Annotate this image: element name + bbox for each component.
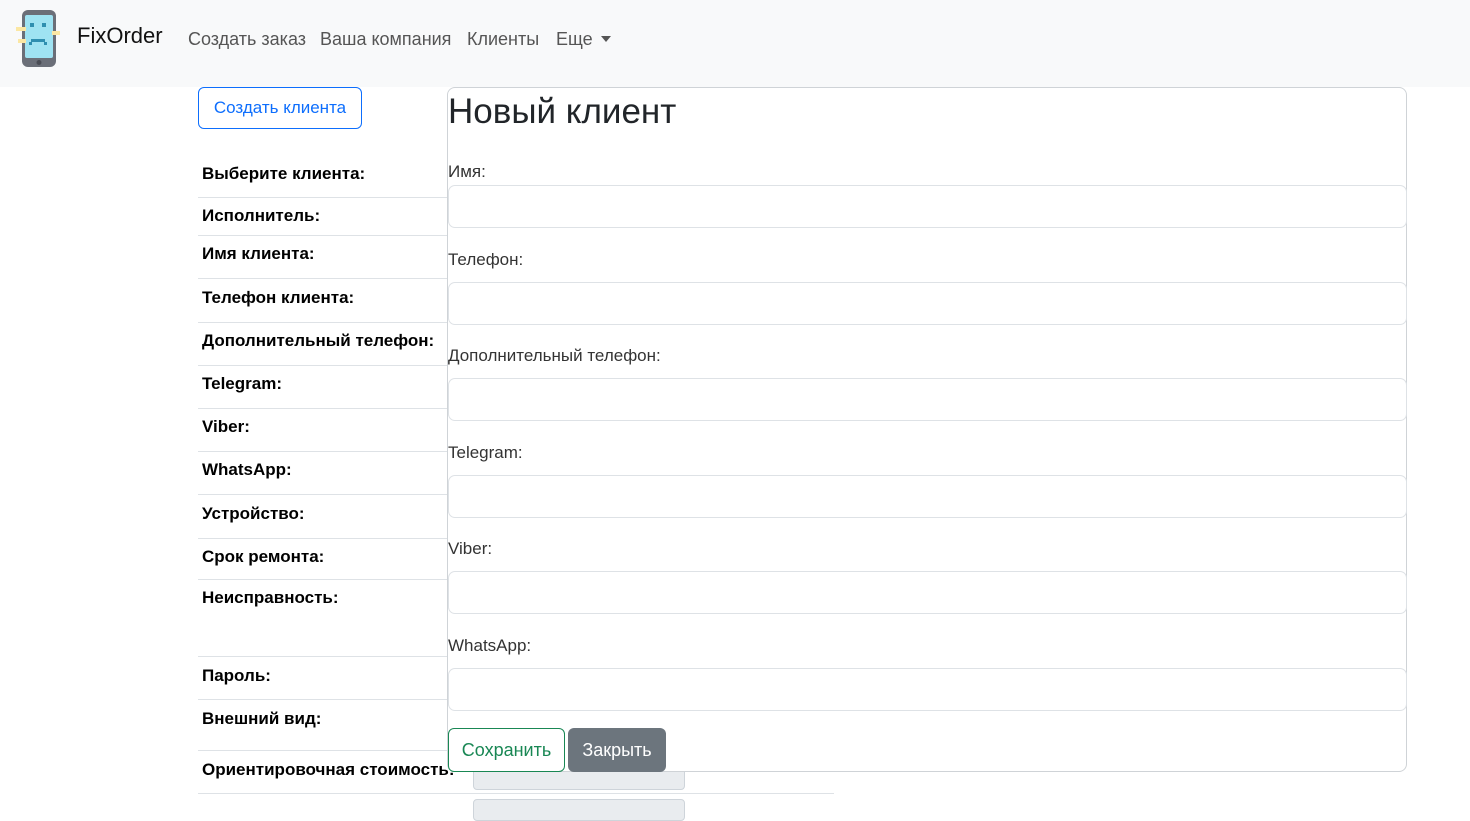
name-input[interactable] (448, 185, 1407, 228)
field-label: Имя клиента: (202, 244, 315, 263)
whatsapp-input[interactable] (448, 668, 1407, 711)
navbar: FixOrder Создать заказ Ваша компания Кли… (0, 0, 1470, 87)
field-label: Устройство: (202, 504, 305, 523)
phone-input[interactable] (448, 282, 1407, 325)
modal-title: Новый клиент (448, 92, 677, 131)
field-label: Telegram: (202, 374, 282, 393)
whatsapp-label: WhatsApp: (448, 636, 532, 655)
form-row (198, 794, 834, 821)
viber-input[interactable] (448, 571, 1407, 614)
extra-phone-label: Дополнительный телефон: (448, 346, 661, 365)
field-label: Дополнительный телефон: (202, 331, 435, 350)
create-client-button[interactable]: Создать клиента (198, 87, 362, 129)
brand-name[interactable]: FixOrder (77, 23, 163, 49)
nav-create-order[interactable]: Создать заказ (188, 29, 306, 50)
new-client-modal: Новый клиент Имя: Телефон: Дополнительны… (447, 87, 1407, 772)
field-label: Viber: (202, 417, 250, 436)
field-label: Внешний вид: (202, 709, 322, 728)
nav-more-dropdown[interactable]: Еще (556, 29, 611, 50)
field-label: Срок ремонта: (202, 547, 325, 566)
save-button[interactable]: Сохранить (448, 728, 565, 772)
viber-label: Viber: (448, 539, 493, 558)
chevron-down-icon (600, 36, 611, 42)
field-label: Телефон клиента: (202, 288, 355, 307)
nav-your-company[interactable]: Ваша компания (320, 29, 451, 50)
nav-more-label: Еще (556, 29, 593, 49)
field-label: Ориентировочная стоимость: (202, 760, 455, 779)
broken-phone-logo-icon[interactable] (16, 9, 60, 69)
field-label: Исполнитель: (202, 206, 321, 225)
field-label: Выберите клиента: (202, 164, 366, 183)
telegram-label: Telegram: (448, 443, 523, 462)
telegram-input[interactable] (448, 475, 1407, 518)
field-label: Пароль: (202, 666, 271, 685)
name-label: Имя: (448, 162, 486, 181)
form-input[interactable] (473, 799, 685, 821)
extra-phone-input[interactable] (448, 378, 1407, 421)
close-button[interactable]: Закрыть (568, 728, 666, 772)
nav-clients[interactable]: Клиенты (467, 29, 539, 50)
field-label: Неисправность: (202, 588, 339, 607)
field-label: WhatsApp: (202, 460, 292, 479)
phone-label: Телефон: (448, 250, 524, 269)
